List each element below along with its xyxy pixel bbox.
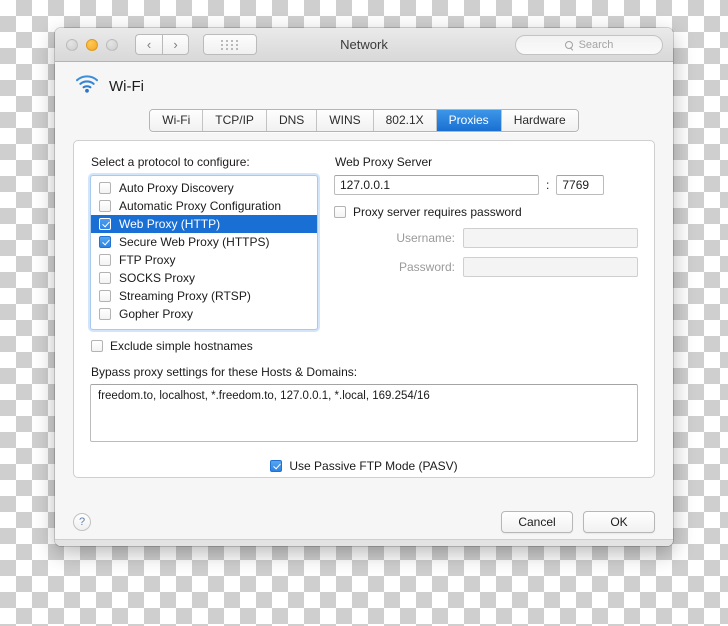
window-titlebar: ‹ › Network Search bbox=[55, 28, 673, 62]
service-header: Wi-Fi bbox=[73, 62, 655, 107]
protocol-row-automatic-proxy-configuration[interactable]: Automatic Proxy Configuration bbox=[91, 197, 317, 215]
protocol-row-socks-proxy[interactable]: SOCKS Proxy bbox=[91, 269, 317, 287]
passive-ftp-row[interactable]: Use Passive FTP Mode (PASV) bbox=[90, 459, 638, 473]
tab-tcpip[interactable]: TCP/IP bbox=[203, 110, 267, 131]
protocol-label: Streaming Proxy (RTSP) bbox=[119, 289, 251, 303]
navigation-buttons: ‹ › bbox=[135, 34, 189, 55]
window-footer: ? Cancel OK bbox=[55, 498, 673, 546]
protocol-checkbox[interactable] bbox=[99, 254, 111, 266]
search-placeholder: Search bbox=[578, 39, 614, 51]
host-port-separator: : bbox=[546, 178, 550, 192]
forward-button[interactable]: › bbox=[162, 34, 189, 55]
protocol-list[interactable]: Auto Proxy Discovery Automatic Proxy Con… bbox=[90, 175, 318, 330]
protocol-row-streaming-proxy-rtsp[interactable]: Streaming Proxy (RTSP) bbox=[91, 287, 317, 305]
footer-actions: Cancel OK bbox=[501, 511, 655, 533]
service-name: Wi-Fi bbox=[109, 78, 144, 95]
protocol-checkbox[interactable] bbox=[99, 200, 111, 212]
protocol-row-web-proxy-http[interactable]: Web Proxy (HTTP) bbox=[91, 215, 317, 233]
network-preferences-window: ‹ › Network Search Wi-Fi Wi-Fi TCP/IP DN… bbox=[55, 28, 673, 546]
search-field[interactable]: Search bbox=[515, 35, 663, 55]
web-proxy-server-title: Web Proxy Server bbox=[335, 155, 433, 169]
exclude-simple-hostnames-label: Exclude simple hostnames bbox=[110, 339, 253, 353]
protocol-checkbox[interactable] bbox=[99, 272, 111, 284]
protocol-list-label: Select a protocol to configure: bbox=[91, 155, 250, 169]
chevron-right-icon: › bbox=[173, 37, 178, 52]
requires-password-checkbox[interactable] bbox=[334, 206, 346, 218]
bypass-textarea[interactable]: freedom.to, localhost, *.freedom.to, 127… bbox=[90, 384, 638, 442]
show-all-button[interactable] bbox=[203, 34, 257, 55]
protocol-row-auto-proxy-discovery[interactable]: Auto Proxy Discovery bbox=[91, 179, 317, 197]
requires-password-row[interactable]: Proxy server requires password bbox=[334, 205, 638, 219]
username-label: Username: bbox=[396, 231, 455, 245]
protocol-row-gopher-proxy[interactable]: Gopher Proxy bbox=[91, 305, 317, 323]
passive-ftp-checkbox[interactable] bbox=[270, 460, 283, 472]
ok-button[interactable]: OK bbox=[583, 511, 655, 533]
wifi-icon bbox=[75, 75, 99, 98]
protocol-row-ftp-proxy[interactable]: FTP Proxy bbox=[91, 251, 317, 269]
tab-8021x[interactable]: 802.1X bbox=[373, 110, 437, 131]
protocol-column: Select a protocol to configure: Auto Pro… bbox=[90, 155, 318, 353]
protocol-label: Automatic Proxy Configuration bbox=[119, 199, 282, 213]
protocol-label: Secure Web Proxy (HTTPS) bbox=[119, 235, 270, 249]
username-input[interactable] bbox=[463, 228, 638, 248]
window-bottom-strip bbox=[55, 539, 673, 546]
tab-wifi[interactable]: Wi-Fi bbox=[150, 110, 204, 131]
back-button[interactable]: ‹ bbox=[135, 34, 162, 55]
protocol-checkbox[interactable] bbox=[99, 290, 111, 302]
protocol-checkbox[interactable] bbox=[99, 218, 111, 230]
proxy-server-address-row: 127.0.0.1 : 7769 bbox=[334, 175, 638, 195]
question-mark-icon: ? bbox=[78, 516, 86, 528]
password-row: Password: bbox=[334, 257, 638, 277]
password-label: Password: bbox=[398, 260, 455, 274]
minimize-button[interactable] bbox=[86, 38, 98, 51]
bypass-label: Bypass proxy settings for these Hosts & … bbox=[91, 365, 358, 379]
requires-password-label: Proxy server requires password bbox=[353, 205, 522, 219]
grid-icon bbox=[221, 39, 239, 50]
tab-bar: Wi-Fi TCP/IP DNS WINS 802.1X Proxies Har… bbox=[73, 109, 655, 132]
protocol-checkbox[interactable] bbox=[99, 236, 111, 248]
close-button[interactable] bbox=[66, 38, 78, 51]
proxies-panel: Select a protocol to configure: Auto Pro… bbox=[73, 140, 655, 478]
traffic-light-group bbox=[66, 38, 118, 51]
tab-proxies[interactable]: Proxies bbox=[436, 110, 502, 131]
protocol-label: SOCKS Proxy bbox=[119, 271, 196, 285]
tab-wins[interactable]: WINS bbox=[317, 110, 374, 131]
protocol-checkbox[interactable] bbox=[99, 182, 111, 194]
search-icon bbox=[564, 40, 574, 50]
exclude-simple-hostnames-checkbox[interactable] bbox=[91, 340, 103, 352]
zoom-button[interactable] bbox=[106, 38, 118, 51]
chevron-left-icon: ‹ bbox=[146, 37, 152, 52]
username-row: Username: bbox=[334, 228, 638, 248]
proxy-server-column: Web Proxy Server 127.0.0.1 : 7769 Proxy … bbox=[334, 155, 638, 353]
protocol-label: Gopher Proxy bbox=[119, 307, 194, 321]
passive-ftp-label: Use Passive FTP Mode (PASV) bbox=[289, 459, 458, 473]
protocol-label: FTP Proxy bbox=[119, 253, 176, 267]
proxy-host-input[interactable]: 127.0.0.1 bbox=[334, 175, 539, 195]
cancel-button[interactable]: Cancel bbox=[501, 511, 573, 533]
window-content: Wi-Fi Wi-Fi TCP/IP DNS WINS 802.1X Proxi… bbox=[55, 62, 673, 498]
protocol-row-secure-web-proxy-https[interactable]: Secure Web Proxy (HTTPS) bbox=[91, 233, 317, 251]
protocol-checkbox[interactable] bbox=[99, 308, 111, 320]
tab-dns[interactable]: DNS bbox=[266, 110, 318, 131]
exclude-simple-hostnames-row[interactable]: Exclude simple hostnames bbox=[91, 339, 318, 353]
password-input[interactable] bbox=[463, 257, 638, 277]
tab-hardware[interactable]: Hardware bbox=[501, 110, 578, 131]
protocol-label: Auto Proxy Discovery bbox=[119, 181, 234, 195]
protocol-label: Web Proxy (HTTP) bbox=[119, 217, 221, 231]
help-button[interactable]: ? bbox=[73, 513, 91, 531]
proxy-port-input[interactable]: 7769 bbox=[556, 175, 605, 195]
